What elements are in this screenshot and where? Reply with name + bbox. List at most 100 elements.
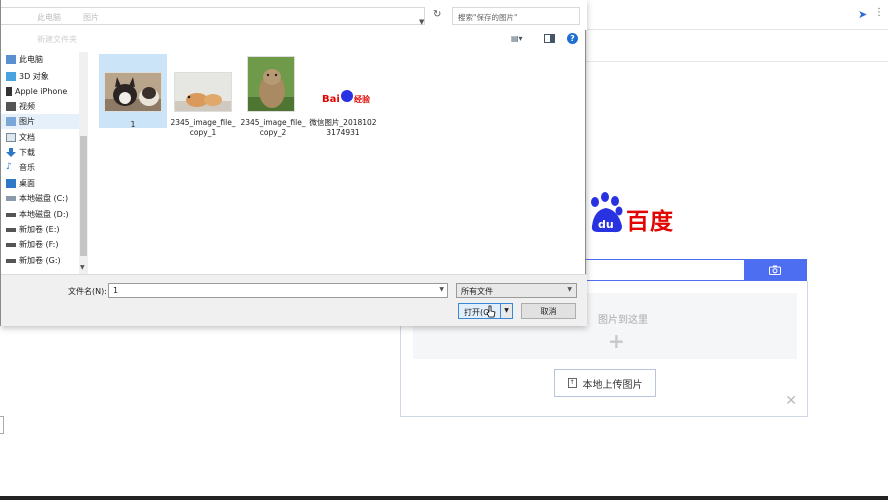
sidebar-item-label: 音乐 bbox=[19, 163, 35, 172]
camera-button[interactable] bbox=[744, 260, 806, 280]
search-input[interactable]: 搜索"保存的图片" ⌕ bbox=[452, 7, 580, 25]
file-thumbnail bbox=[247, 56, 295, 112]
cancel-button-label: 取消 bbox=[540, 306, 557, 316]
sidebar-item-label: 新加卷 (E:) bbox=[19, 225, 60, 234]
paw-icon: du bbox=[591, 192, 623, 233]
scrollbar-thumb[interactable] bbox=[80, 136, 87, 256]
image-search-bar[interactable] bbox=[585, 259, 807, 281]
chevron-down-icon[interactable]: ▼ bbox=[419, 18, 424, 26]
browser-subbar bbox=[585, 30, 888, 62]
sidebar-item-music[interactable]: ♪ 音乐 bbox=[1, 160, 79, 175]
sidebar-item-drive-g[interactable]: 新加卷 (G:) bbox=[1, 253, 79, 268]
logo-text: 百度 bbox=[626, 209, 674, 235]
sidebar-item-3d-objects[interactable]: 3D 对象 bbox=[1, 69, 79, 84]
sidebar-item-videos[interactable]: 视频 bbox=[1, 99, 79, 114]
documents-icon bbox=[6, 133, 16, 142]
sidebar-item-drive-c[interactable]: 本地磁盘 (C:) bbox=[1, 191, 79, 206]
sidebar-item-label: 下载 bbox=[19, 148, 35, 157]
sidebar-item-label: Apple iPhone bbox=[15, 87, 68, 96]
navigation-pane: 此电脑 3D 对象 Apple iPhone 视频 图片 文档 下载 ♪ 音乐 bbox=[1, 52, 89, 274]
search-icon[interactable]: ⌕ bbox=[458, 12, 575, 22]
sidebar-item-drive-f[interactable]: 新加卷 (F:) bbox=[1, 237, 79, 252]
sidebar-item-label: 此电脑 bbox=[19, 55, 43, 64]
download-icon bbox=[6, 148, 16, 157]
baidu-logo: du 百度 bbox=[586, 190, 676, 236]
svg-text:经验: 经验 bbox=[354, 94, 371, 104]
sidebar-item-pictures[interactable]: 图片 bbox=[1, 114, 79, 129]
file-name: 2345_image_file_copy_1 bbox=[170, 118, 236, 137]
cancel-button[interactable]: 取消 bbox=[521, 303, 576, 319]
sidebar-item-label: 桌面 bbox=[19, 179, 35, 188]
send-icon[interactable]: ➤ bbox=[858, 8, 870, 21]
chevron-down-icon[interactable]: ▼ bbox=[439, 286, 444, 293]
breadcrumb-item[interactable]: 图片 bbox=[83, 12, 99, 23]
local-upload-button[interactable]: ↑ 本地上传图片 bbox=[554, 369, 656, 397]
upload-icon: ↑ bbox=[567, 378, 577, 388]
view-options-icon[interactable]: ▤▾ bbox=[511, 34, 525, 44]
baidu-jingyan-logo-thumbnail: Bai 经验 bbox=[314, 76, 372, 112]
preview-pane-icon[interactable] bbox=[544, 34, 555, 43]
drive-icon bbox=[6, 258, 16, 263]
nav-scrollbar[interactable]: ▼ bbox=[79, 52, 88, 274]
file-item[interactable]: 2345_image_file_copy_1 bbox=[169, 54, 237, 154]
file-list: 1 2345_image_file_copy_1 2345_image_file… bbox=[96, 52, 584, 274]
local-upload-label: 本地上传图片 bbox=[582, 379, 643, 391]
sidebar-item-drive-e[interactable]: 新加卷 (E:) bbox=[1, 222, 79, 237]
file-item[interactable]: 2345_image_file_copy_2 bbox=[239, 54, 307, 154]
close-icon[interactable]: ✕ bbox=[785, 394, 797, 408]
sidebar-item-label: 视频 bbox=[19, 102, 35, 111]
drive-icon bbox=[6, 242, 16, 247]
file-item[interactable]: 1 bbox=[99, 54, 167, 129]
breadcrumb: 此电脑 图片 bbox=[37, 12, 99, 23]
file-thumbnail bbox=[104, 72, 162, 112]
filename-input[interactable]: 1 ▼ bbox=[108, 283, 448, 298]
refresh-icon[interactable]: ↻ bbox=[433, 9, 441, 20]
filename-label: 文件名(N): bbox=[68, 287, 107, 296]
groundhog-photo-thumbnail bbox=[248, 57, 294, 111]
drive-icon bbox=[6, 196, 16, 201]
address-bar[interactable]: 此电脑 图片 ▼ bbox=[1, 7, 425, 26]
taskbar-edge bbox=[0, 496, 888, 500]
file-item[interactable]: Bai 经验 微信图片_20181023174931 bbox=[309, 54, 377, 154]
sidebar-item-documents[interactable]: 文档 bbox=[1, 130, 79, 145]
filename-value: 1 bbox=[113, 286, 119, 295]
more-icon[interactable]: ⋮ bbox=[874, 7, 884, 18]
mouse-cursor-icon bbox=[486, 305, 496, 318]
sidebar-item-label: 新加卷 (G:) bbox=[19, 256, 61, 265]
help-icon[interactable]: ? bbox=[567, 33, 578, 44]
camera-icon bbox=[769, 265, 781, 275]
sidebar-item-label: 新加卷 (F:) bbox=[19, 240, 59, 249]
hamster-photo-thumbnail bbox=[175, 73, 231, 111]
file-name: 1 bbox=[130, 120, 136, 129]
drive-icon bbox=[6, 227, 16, 232]
open-options-dropdown[interactable]: ▼ bbox=[500, 304, 512, 318]
sidebar-item-label: 图片 bbox=[19, 117, 35, 126]
drop-hint: 图片到这里 bbox=[598, 315, 648, 326]
sidebar-item-desktop[interactable]: 桌面 bbox=[1, 176, 79, 191]
file-name: 微信图片_20181023174931 bbox=[309, 118, 377, 137]
sidebar-item-this-pc[interactable]: 此电脑 bbox=[1, 52, 79, 67]
filetype-select[interactable]: 所有文件 ▼ bbox=[456, 283, 577, 298]
address-row: 此电脑 图片 ▼ ↻ 搜索"保存的图片" ⌕ bbox=[1, 0, 587, 30]
desktop-icon bbox=[6, 179, 16, 188]
chevron-down-icon[interactable]: ▼ bbox=[567, 286, 572, 293]
3d-objects-icon bbox=[6, 72, 16, 81]
sidebar-item-label: 文档 bbox=[19, 133, 35, 142]
sidebar-item-label: 3D 对象 bbox=[19, 72, 49, 81]
sidebar-item-apple-iphone[interactable]: Apple iPhone bbox=[1, 84, 79, 99]
music-icon: ♪ bbox=[6, 162, 12, 172]
chevron-down-icon[interactable]: ▼ bbox=[80, 264, 85, 271]
file-thumbnail: Bai 经验 bbox=[314, 76, 372, 112]
breadcrumb-item[interactable]: 此电脑 bbox=[37, 12, 61, 23]
new-folder-button[interactable]: 新建文件夹 bbox=[37, 34, 77, 45]
file-name: 2345_image_file_copy_2 bbox=[240, 118, 306, 137]
plus-icon: + bbox=[608, 329, 625, 353]
svg-text:Bai: Bai bbox=[322, 94, 340, 105]
video-icon bbox=[6, 102, 16, 111]
filetype-value: 所有文件 bbox=[461, 287, 493, 296]
sidebar-item-downloads[interactable]: 下载 bbox=[1, 145, 79, 160]
sidebar-item-label: 本地磁盘 (C:) bbox=[19, 194, 69, 203]
sidebar-item-drive-d[interactable]: 本地磁盘 (D:) bbox=[1, 207, 79, 222]
svg-text:du: du bbox=[598, 218, 614, 231]
dialog-toolbar: 新建文件夹 ▤▾ ? bbox=[1, 30, 587, 48]
